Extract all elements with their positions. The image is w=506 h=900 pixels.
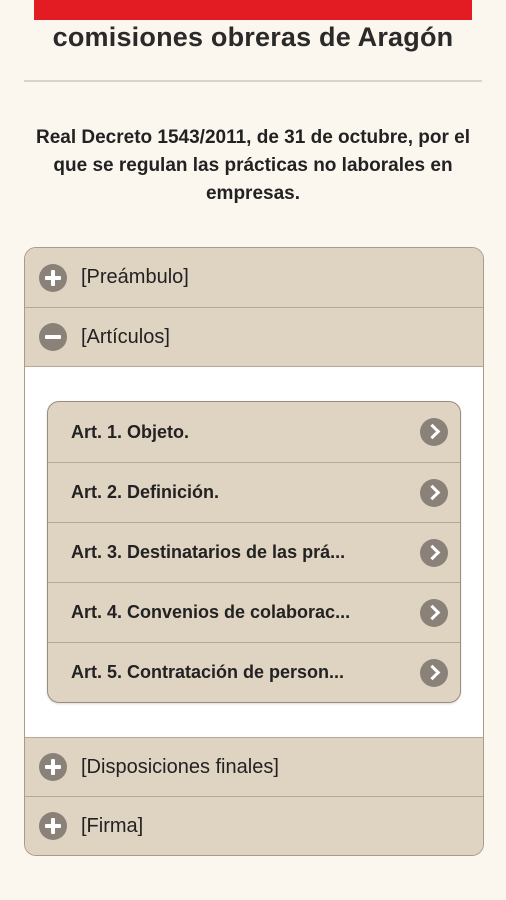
- article-item-5[interactable]: Art. 5. Contratación de person...: [48, 642, 460, 702]
- section-label: [Preámbulo]: [81, 266, 189, 288]
- section-preambulo[interactable]: [Preámbulo]: [25, 248, 483, 307]
- article-item-4[interactable]: Art. 4. Convenios de colaborac...: [48, 582, 460, 642]
- plus-circle-icon: [39, 263, 67, 292]
- header-divider: [24, 80, 482, 82]
- minus-circle-icon: [39, 323, 67, 351]
- articulos-panel: Art. 1. Objeto. Art. 2. Definición. Art.…: [25, 366, 483, 737]
- chevron-right-icon: [420, 418, 448, 446]
- article-item-2[interactable]: Art. 2. Definición.: [48, 462, 460, 522]
- chevron-right-icon: [420, 478, 448, 507]
- article-label: Art. 3. Destinatarios de las prá...: [71, 542, 346, 562]
- document-title: Real Decreto 1543/2011, de 31 de octubre…: [35, 127, 471, 204]
- article-item-3[interactable]: Art. 3. Destinatarios de las prá...: [48, 522, 460, 582]
- sections-accordion: [Preámbulo] [Artículos] Art. 1. Objeto. …: [24, 247, 484, 856]
- chevron-right-icon: [420, 658, 448, 687]
- section-disposiciones-finales[interactable]: [Disposiciones finales]: [25, 737, 483, 796]
- section-label: [Firma]: [81, 814, 144, 837]
- chevron-right-icon: [420, 538, 448, 567]
- section-label: [Artículos]: [81, 325, 170, 348]
- plus-circle-icon: [39, 753, 67, 781]
- article-label: Art. 2. Definición.: [71, 482, 220, 502]
- article-label: Art. 4. Convenios de colaborac...: [71, 602, 351, 622]
- section-articulos[interactable]: [Artículos]: [25, 307, 483, 366]
- chevron-right-icon: [420, 598, 448, 627]
- article-item-1[interactable]: Art. 1. Objeto.: [48, 402, 460, 462]
- article-label: Art. 5. Contratación de person...: [71, 662, 345, 682]
- plus-circle-icon: [39, 812, 67, 840]
- article-list: Art. 1. Objeto. Art. 2. Definición. Art.…: [47, 401, 461, 703]
- article-label: Art. 1. Objeto.: [71, 421, 190, 442]
- section-label: [Disposiciones finales]: [81, 755, 279, 778]
- brand-title: comisiones obreras de Aragón: [52, 22, 454, 52]
- section-firma[interactable]: [Firma]: [25, 796, 483, 855]
- brand-red-bar: [34, 0, 472, 20]
